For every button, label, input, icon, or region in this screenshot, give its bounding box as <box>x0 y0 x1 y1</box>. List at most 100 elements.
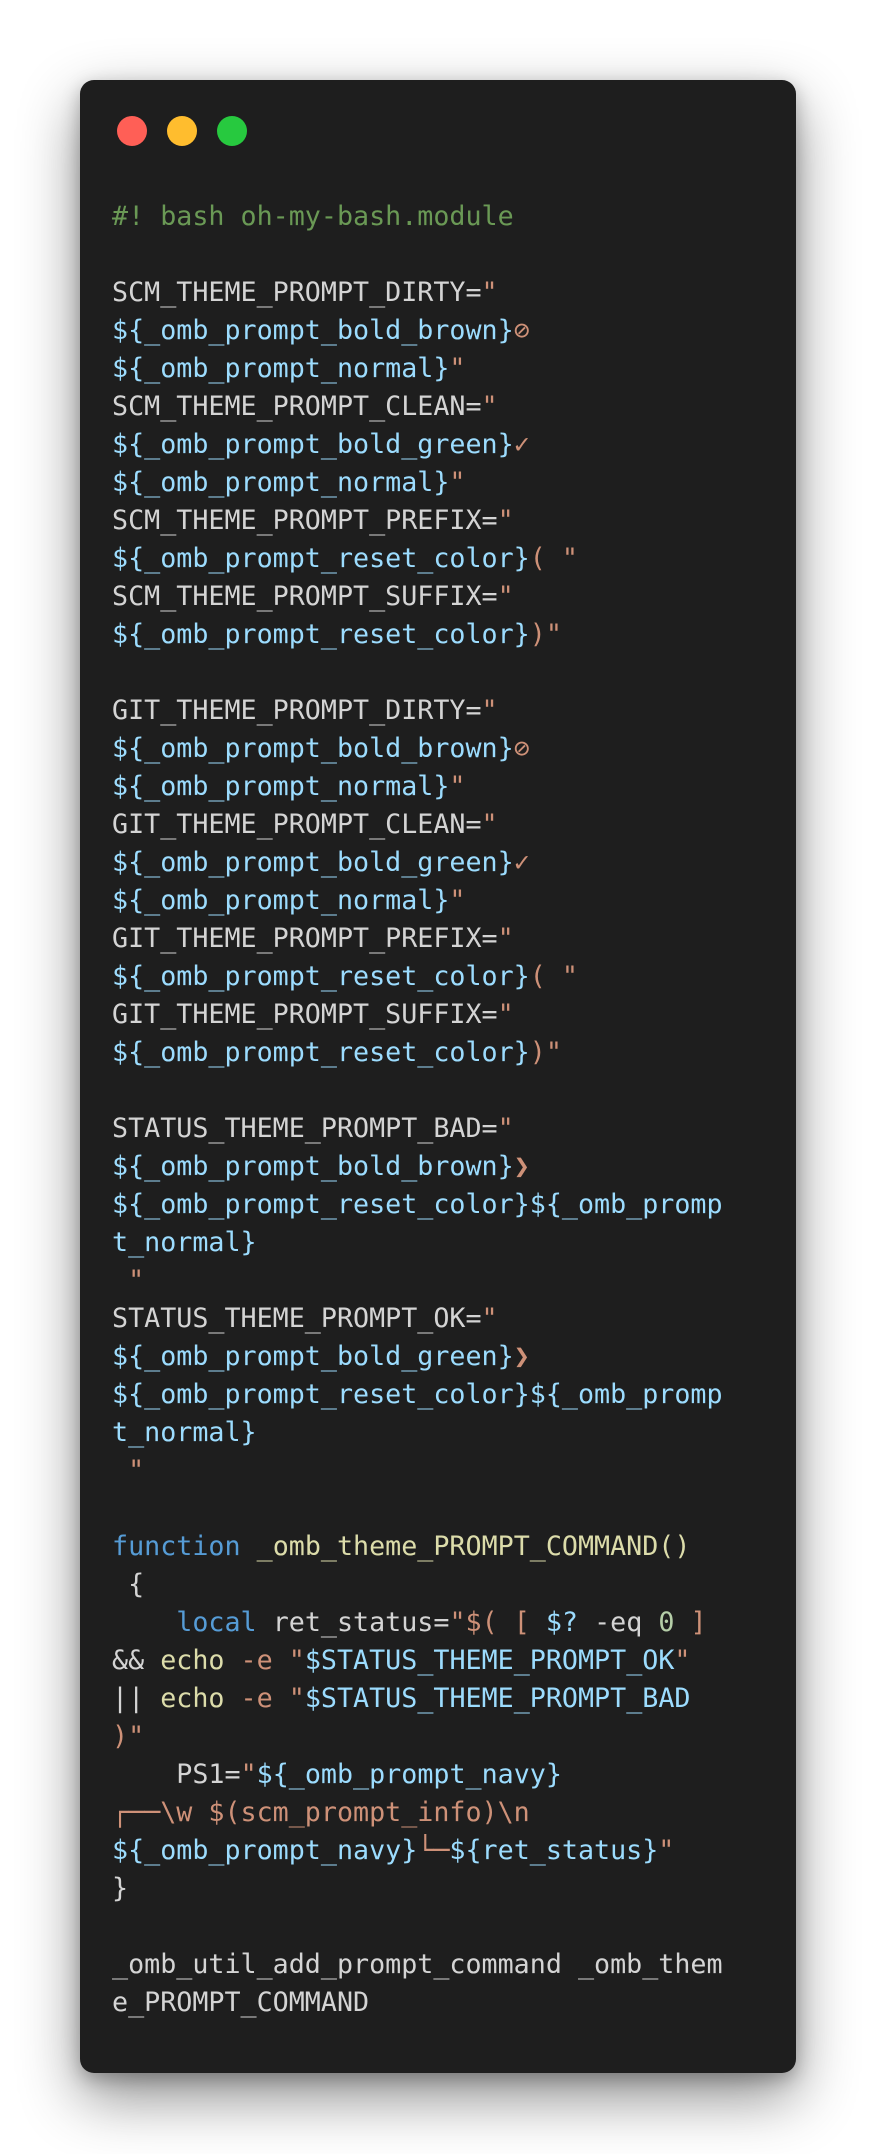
open-paren-string: ( " <box>529 961 578 992</box>
var-navy: ${_omb_prompt_navy} <box>256 1759 562 1790</box>
ps1-assign: PS1= <box>176 1759 241 1790</box>
scm-prefix-assign: SCM_THEME_PROMPT_PREFIX= <box>112 505 498 536</box>
code-line-36: function _omb_theme_PROMPT_COMMAND() <box>112 1528 764 1566</box>
code-line-16: ${_omb_prompt_normal}" <box>112 768 764 806</box>
quote: " <box>481 695 498 726</box>
code-line-34: " <box>112 1452 764 1490</box>
git-prefix-assign: GIT_THEME_PROMPT_PREFIX= <box>112 923 498 954</box>
scm-dirty-assign: SCM_THEME_PROMPT_DIRTY= <box>112 277 482 308</box>
maximize-button[interactable] <box>217 116 247 146</box>
scm-clean-assign: SCM_THEME_PROMPT_CLEAN= <box>112 391 482 422</box>
code-line-44: ${_omb_prompt_navy}└─${ret_status}" <box>112 1832 764 1870</box>
shebang-comment: #! bash oh-my-bash.module <box>112 201 514 232</box>
dirty-glyph-icon: ⊘ <box>513 315 530 346</box>
code-line-5: ${_omb_prompt_normal}" <box>112 350 764 388</box>
code-window: #! bash oh-my-bash.module SCM_THEME_PROMP… <box>80 80 796 2073</box>
var-bold-brown: ${_omb_prompt_bold_brown} <box>112 1151 514 1182</box>
code-line-9: SCM_THEME_PROMPT_PREFIX=" <box>112 502 764 540</box>
function-keyword: function <box>112 1531 241 1562</box>
code-line-3: SCM_THEME_PROMPT_DIRTY=" <box>112 274 764 312</box>
space-quote-string: " <box>112 1455 145 1486</box>
quote: " <box>288 1645 305 1676</box>
code-line-18: ${_omb_prompt_bold_green}✓ <box>112 844 764 882</box>
or-operator: || <box>112 1683 161 1714</box>
open-brace: { <box>112 1569 145 1600</box>
eq-operator: -eq <box>578 1607 659 1638</box>
code-line-17: GIT_THEME_PROMPT_CLEAN=" <box>112 806 764 844</box>
echo-builtin: echo <box>160 1645 225 1676</box>
var-navy: ${_omb_prompt_navy} <box>112 1835 418 1866</box>
close-brace: } <box>112 1873 129 1904</box>
var-reset-normal-part1: ${_omb_prompt_reset_color}${_omb_promp <box>112 1189 723 1220</box>
code-line-19: ${_omb_prompt_normal}" <box>112 882 764 920</box>
and-operator: && <box>112 1645 161 1676</box>
quote: " <box>449 467 466 498</box>
quote: " <box>497 923 514 954</box>
function-name: _omb_theme_PROMPT_COMMAND() <box>256 1531 691 1562</box>
window-titlebar <box>80 80 796 180</box>
code-line-14: GIT_THEME_PROMPT_DIRTY=" <box>112 692 764 730</box>
minimize-button[interactable] <box>167 116 197 146</box>
code-line-12: ${_omb_prompt_reset_color})" <box>112 616 764 654</box>
git-suffix-assign: GIT_THEME_PROMPT_SUFFIX= <box>112 999 498 1030</box>
zero-literal: 0 <box>658 1607 675 1638</box>
quote: " <box>497 1113 514 1144</box>
local-keyword: local <box>176 1607 257 1638</box>
var-reset-color: ${_omb_prompt_reset_color} <box>112 1037 530 1068</box>
var-reset-color: ${_omb_prompt_reset_color} <box>112 961 530 992</box>
dirty-glyph-icon: ⊘ <box>513 733 530 764</box>
quote: " <box>497 581 514 612</box>
quote: " <box>449 1607 466 1638</box>
code-line-29: " <box>112 1262 764 1300</box>
var-reset-normal-part2: t_normal} <box>112 1417 257 1448</box>
close-button[interactable] <box>117 116 147 146</box>
close-bracket: ] <box>674 1607 707 1638</box>
quote: " <box>288 1683 305 1714</box>
code-line-1: #! bash oh-my-bash.module <box>112 198 764 236</box>
var-normal: ${_omb_prompt_normal} <box>112 885 450 916</box>
code-line-28: t_normal} <box>112 1224 764 1262</box>
code-line-10: ${_omb_prompt_reset_color}( " <box>112 540 764 578</box>
quote: " <box>449 885 466 916</box>
corner-top-glyph: ┌── <box>112 1797 161 1828</box>
var-ret-status: ${ret_status} <box>449 1835 659 1866</box>
quote: " <box>497 505 514 536</box>
open-paren-string: ( " <box>529 543 578 574</box>
code-line-45: } <box>112 1870 764 1908</box>
code-line-20: GIT_THEME_PROMPT_PREFIX=" <box>112 920 764 958</box>
code-line-33: t_normal} <box>112 1414 764 1452</box>
git-clean-assign: GIT_THEME_PROMPT_CLEAN= <box>112 809 482 840</box>
quote: " <box>449 353 466 384</box>
code-line-21: ${_omb_prompt_reset_color}( " <box>112 958 764 996</box>
var-reset-color: ${_omb_prompt_reset_color} <box>112 619 530 650</box>
git-dirty-assign: GIT_THEME_PROMPT_DIRTY= <box>112 695 482 726</box>
code-line-31: ${_omb_prompt_bold_green}❯ <box>112 1338 764 1376</box>
var-status-bad: $STATUS_THEME_PROMPT_BAD <box>304 1683 691 1714</box>
code-line-48: e_PROMPT_COMMAND <box>112 1984 764 2022</box>
code-line-38: local ret_status="$( [ $? -eq 0 ] <box>112 1604 764 1642</box>
close-paren-string: )" <box>529 1037 562 1068</box>
code-line-32: ${_omb_prompt_reset_color}${_omb_promp <box>112 1376 764 1414</box>
code-line-43: ┌──\w $(scm_prompt_info)\n <box>112 1794 764 1832</box>
var-reset-normal-part2: t_normal} <box>112 1227 257 1258</box>
prompt-arrow-icon: ❯ <box>513 1151 530 1182</box>
footer-command-part2: e_PROMPT_COMMAND <box>112 1987 370 2018</box>
code-block: #! bash oh-my-bash.module SCM_THEME_PROMP… <box>112 198 764 2022</box>
var-reset-color: ${_omb_prompt_reset_color} <box>112 543 530 574</box>
clean-glyph-icon: ✓ <box>513 429 530 460</box>
footer-command-part1: _omb_util_add_prompt_command _omb_them <box>112 1949 723 1980</box>
code-line-11: SCM_THEME_PROMPT_SUFFIX=" <box>112 578 764 616</box>
corner-bottom-glyph: └─ <box>417 1835 450 1866</box>
code-line-4: ${_omb_prompt_bold_brown}⊘ <box>112 312 764 350</box>
status-bad-assign: STATUS_THEME_PROMPT_BAD= <box>112 1113 498 1144</box>
code-line-47: _omb_util_add_prompt_command _omb_them <box>112 1946 764 1984</box>
subshell-open: $( [ <box>465 1607 546 1638</box>
code-line-8: ${_omb_prompt_normal}" <box>112 464 764 502</box>
quote: " <box>658 1835 675 1866</box>
echo-flag: -e <box>224 1645 289 1676</box>
quote: " <box>240 1759 257 1790</box>
var-qmark: $? <box>545 1607 578 1638</box>
